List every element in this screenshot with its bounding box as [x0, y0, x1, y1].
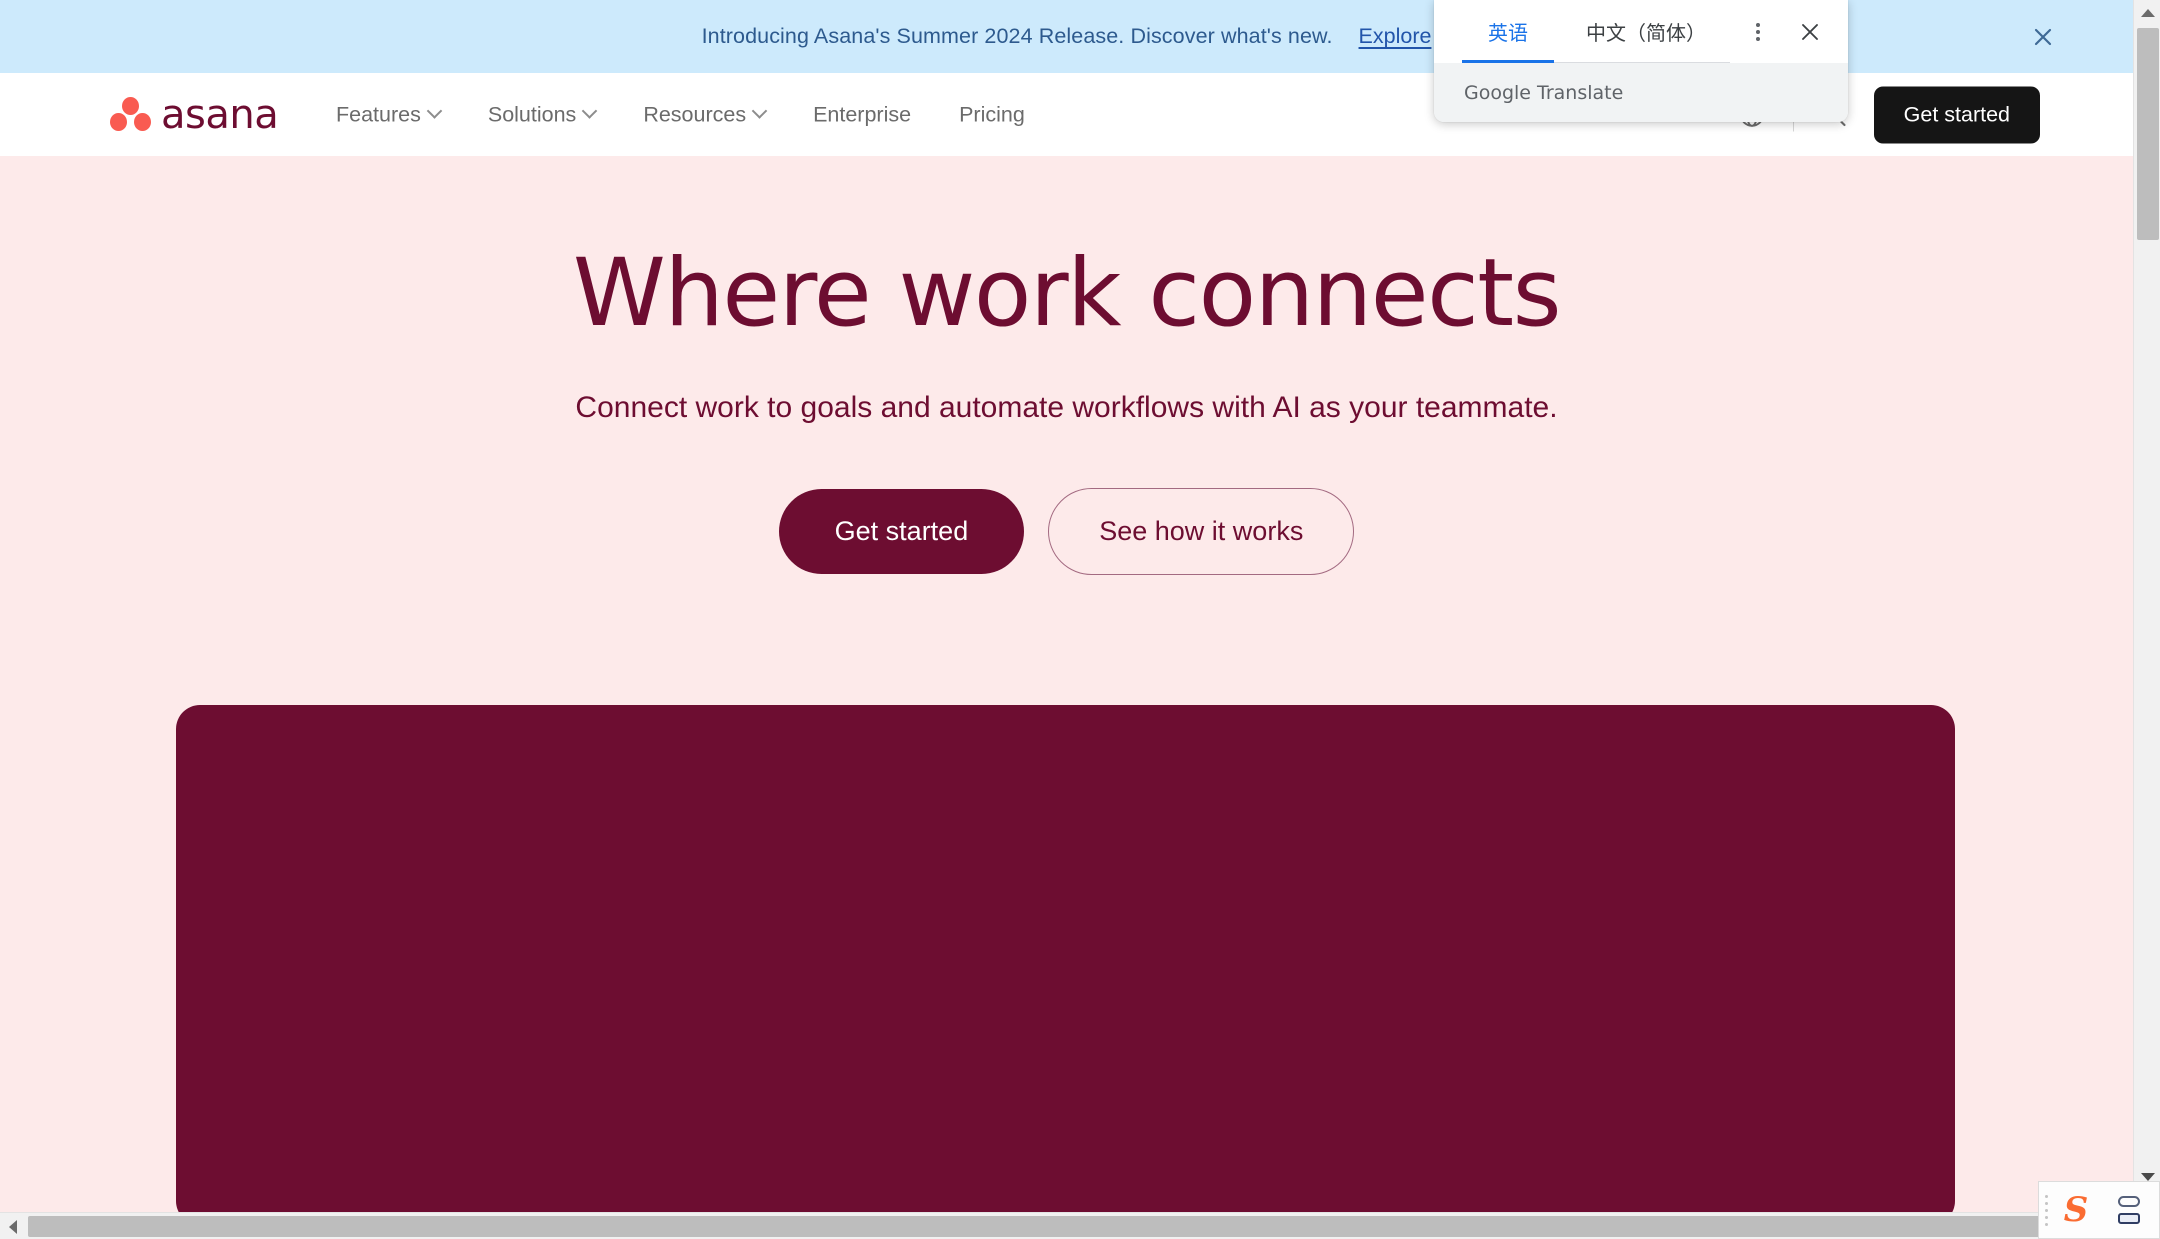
nav-item-solutions[interactable]: Solutions: [487, 102, 598, 127]
page-content: Introducing Asana's Summer 2024 Release.…: [0, 0, 2133, 1212]
triangle-left-icon: [9, 1219, 17, 1234]
close-icon: [2034, 28, 2052, 45]
translate-close-button[interactable]: [1796, 18, 1824, 46]
nav-item-label: Features: [336, 102, 421, 126]
close-icon: [1802, 23, 1818, 40]
tab-english[interactable]: 英语: [1462, 0, 1554, 63]
hero-title: Where work connects: [572, 239, 1562, 348]
ime-status-indicators[interactable]: [2099, 1196, 2159, 1224]
nav-item-label: Solutions: [487, 102, 577, 126]
hero-section: Where work connects Connect work to goal…: [0, 156, 2133, 1212]
browser-viewport: Introducing Asana's Summer 2024 Release.…: [0, 0, 2160, 1239]
hero-get-started-button[interactable]: Get started: [778, 489, 1025, 575]
scroll-left-button[interactable]: [2, 1213, 24, 1239]
asana-logo[interactable]: asana: [110, 91, 279, 138]
nav-item-label: Pricing: [959, 102, 1025, 126]
ime-mode-icon: [2118, 1196, 2140, 1207]
horizontal-scrollbar-thumb[interactable]: [28, 1216, 2118, 1237]
google-translate-popup: 英语 中文（简体） Google Translate: [1434, 0, 1848, 122]
tab-active-underline: [1462, 60, 1554, 63]
translate-tab-bar: 英语 中文（简体）: [1434, 0, 1848, 63]
nav-item-enterprise[interactable]: Enterprise: [813, 102, 911, 127]
announcement-text: Introducing Asana's Summer 2024 Release.…: [701, 24, 1333, 48]
ime-logo-letter: S: [2063, 1190, 2089, 1230]
asana-logo-dots-icon: [110, 96, 152, 133]
translate-options-button[interactable]: [1744, 18, 1772, 46]
nav-get-started-button[interactable]: Get started: [1873, 86, 2040, 143]
hero-media-card: [176, 705, 1955, 1212]
vertical-scrollbar[interactable]: [2133, 0, 2160, 1212]
chevron-down-icon: [426, 102, 443, 119]
announcement-explore-link[interactable]: Explore: [1359, 24, 1432, 49]
scroll-up-button[interactable]: [2134, 2, 2160, 24]
nav-item-features[interactable]: Features: [336, 102, 443, 127]
tab-chinese-simplified[interactable]: 中文（简体）: [1576, 0, 1716, 63]
nav-item-label: Resources: [643, 102, 747, 126]
hero-cta-group: Get started See how it works: [0, 488, 2133, 576]
ime-drag-handle[interactable]: [2039, 1182, 2053, 1238]
asana-logo-wordmark: asana: [161, 91, 279, 138]
hero-see-how-it-works-button[interactable]: See how it works: [1048, 488, 1355, 576]
chevron-down-icon: [751, 102, 768, 119]
banner-close-button[interactable]: [2026, 20, 2060, 54]
nav-links: Features Solutions Resources Enterprise …: [336, 102, 1025, 127]
chevron-down-icon: [582, 102, 598, 119]
vertical-scrollbar-thumb[interactable]: [2137, 28, 2159, 240]
announcement-banner-content: Introducing Asana's Summer 2024 Release.…: [702, 24, 1432, 49]
sogou-ime-logo-icon[interactable]: S: [2053, 1187, 2099, 1233]
nav-item-resources[interactable]: Resources: [643, 102, 768, 127]
nav-item-pricing[interactable]: Pricing: [959, 102, 1025, 127]
ime-floating-toolbar[interactable]: S: [2038, 1181, 2160, 1239]
triangle-down-icon: [2140, 1173, 2155, 1181]
ime-keyboard-icon: [2118, 1213, 2140, 1224]
translate-footer-label: Google Translate: [1434, 63, 1848, 122]
nav-item-label: Enterprise: [813, 102, 912, 126]
horizontal-scrollbar[interactable]: [0, 1212, 2133, 1239]
hero-subtitle: Connect work to goals and automate workf…: [575, 390, 1558, 424]
triangle-up-icon: [2140, 9, 2155, 17]
